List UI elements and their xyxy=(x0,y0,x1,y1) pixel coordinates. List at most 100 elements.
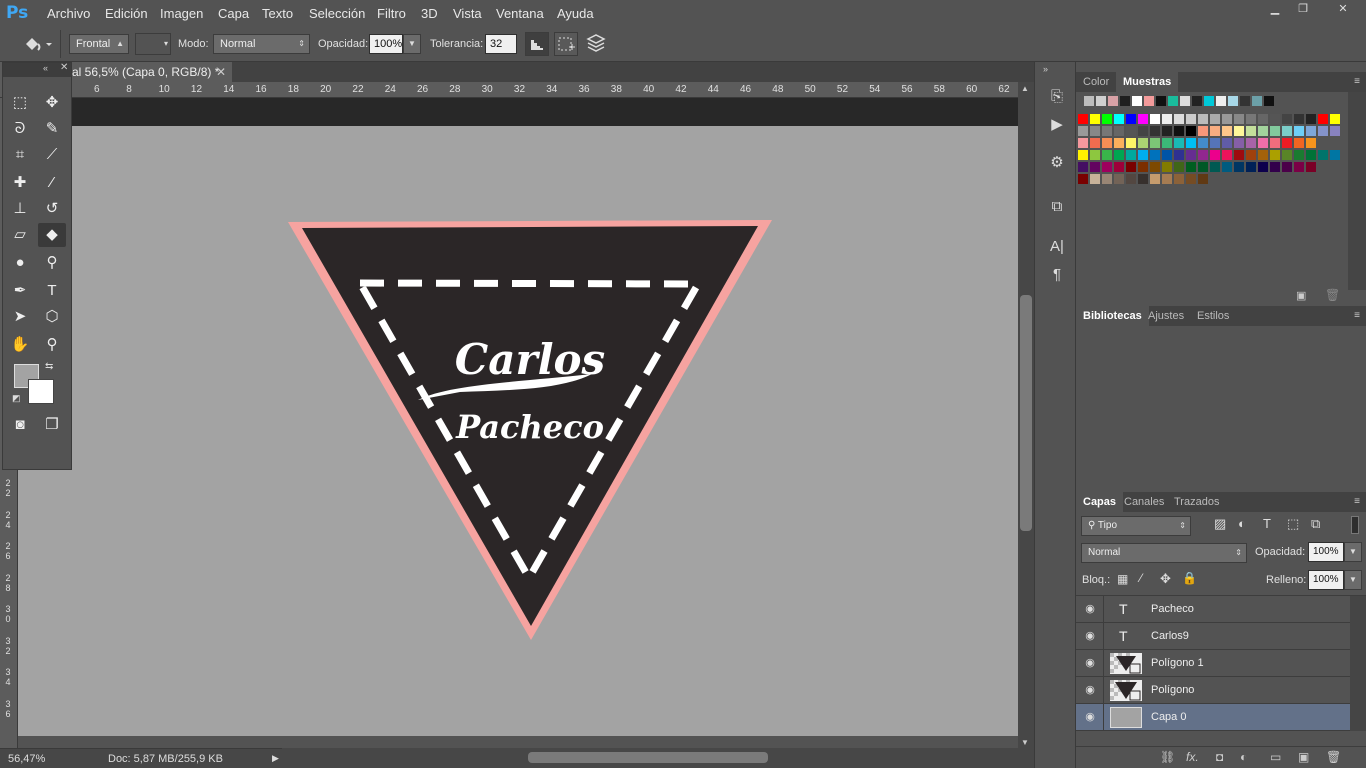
color-swatch[interactable] xyxy=(1318,150,1328,160)
actions-panel-button[interactable]: ▶ xyxy=(1044,114,1070,136)
clone-stamp-tool[interactable]: ⊥ xyxy=(6,197,34,221)
layer-opacity-dropdown[interactable]: ▼ xyxy=(1344,542,1362,562)
layer-filter-select[interactable]: ⚲ Tipo ⇕ xyxy=(1081,516,1191,536)
color-swatch[interactable] xyxy=(1264,96,1274,106)
lock-transparency-icon[interactable]: ▦ xyxy=(1117,572,1128,586)
vertical-scroll-thumb[interactable] xyxy=(1020,295,1032,531)
menu-ventana[interactable]: Ventana xyxy=(496,6,544,21)
panel-menu-icon[interactable]: ≡ xyxy=(1354,76,1360,87)
menu-edicion[interactable]: Edición xyxy=(105,6,148,21)
color-swatch[interactable] xyxy=(1198,174,1208,184)
path-selection-tool[interactable]: ➤ xyxy=(6,305,34,329)
color-swatch[interactable] xyxy=(1114,174,1124,184)
color-swatch[interactable] xyxy=(1138,150,1148,160)
tab-ajustes[interactable]: Ajustes xyxy=(1141,306,1191,326)
color-swatch[interactable] xyxy=(1246,150,1256,160)
color-swatch[interactable] xyxy=(1150,138,1160,148)
color-swatch[interactable] xyxy=(1168,96,1178,106)
color-swatch[interactable] xyxy=(1114,114,1124,124)
collapse-icon[interactable]: « xyxy=(43,63,48,73)
color-swatch[interactable] xyxy=(1102,150,1112,160)
color-swatch[interactable] xyxy=(1306,150,1316,160)
color-swatch[interactable] xyxy=(1306,162,1316,172)
eyedropper-tool[interactable]: ⟋ xyxy=(38,143,66,167)
tab-capas[interactable]: Capas xyxy=(1076,492,1124,512)
color-swatch[interactable] xyxy=(1108,96,1118,106)
color-swatch[interactable] xyxy=(1162,162,1172,172)
color-swatch[interactable] xyxy=(1228,96,1238,106)
color-swatch[interactable] xyxy=(1138,126,1148,136)
scroll-up-icon[interactable]: ▲ xyxy=(1021,84,1029,93)
color-swatch[interactable] xyxy=(1186,138,1196,148)
color-swatch[interactable] xyxy=(1210,162,1220,172)
color-swatch[interactable] xyxy=(1210,114,1220,124)
layer-row[interactable]: ◉ Polígono 1 xyxy=(1076,650,1350,677)
layer-row[interactable]: ◉ T Pacheco xyxy=(1076,596,1350,623)
color-swatch[interactable] xyxy=(1078,138,1088,148)
color-swatch[interactable] xyxy=(1240,96,1250,106)
menu-ayuda[interactable]: Ayuda xyxy=(557,6,594,21)
pen-tool[interactable]: ✒ xyxy=(6,279,34,303)
close-tab-icon[interactable]: ✕ xyxy=(216,62,226,82)
color-swatch[interactable] xyxy=(1270,114,1280,124)
color-swatch[interactable] xyxy=(1306,114,1316,124)
color-swatch[interactable] xyxy=(1114,162,1124,172)
color-swatch[interactable] xyxy=(1294,162,1304,172)
character-panel-button[interactable]: A| xyxy=(1044,236,1070,258)
color-swatch[interactable] xyxy=(1252,96,1262,106)
trash-icon[interactable]: 🗑 xyxy=(1325,288,1340,302)
lock-position-icon[interactable]: ✥ xyxy=(1160,571,1171,587)
color-swatch[interactable] xyxy=(1198,126,1208,136)
tab-bibliotecas[interactable]: Bibliotecas xyxy=(1076,306,1149,326)
color-swatch[interactable] xyxy=(1186,162,1196,172)
color-swatch[interactable] xyxy=(1258,126,1268,136)
lock-all-icon[interactable]: 🔒 xyxy=(1182,571,1197,585)
tab-color[interactable]: Color xyxy=(1076,72,1116,92)
hand-tool[interactable]: ✋ xyxy=(6,333,34,357)
color-swatch[interactable] xyxy=(1096,96,1106,106)
color-swatch[interactable] xyxy=(1246,126,1256,136)
color-swatch[interactable] xyxy=(1132,96,1142,106)
color-swatch[interactable] xyxy=(1150,162,1160,172)
color-swatch[interactable] xyxy=(1162,138,1172,148)
color-swatch[interactable] xyxy=(1330,150,1340,160)
color-swatch[interactable] xyxy=(1078,126,1088,136)
panel-menu-icon[interactable]: ≡ xyxy=(1354,310,1360,321)
color-swatch[interactable] xyxy=(1258,114,1268,124)
blur-tool[interactable]: ● xyxy=(6,251,34,275)
color-swatch[interactable] xyxy=(1234,150,1244,160)
restore-button[interactable]: ❐ xyxy=(1290,2,1316,16)
color-swatch[interactable] xyxy=(1174,138,1184,148)
menu-seleccion[interactable]: Selección xyxy=(309,6,365,21)
close-panel-icon[interactable]: ✕ xyxy=(60,62,68,73)
lock-pixels-icon[interactable]: ⁄ xyxy=(1140,571,1142,585)
paint-bucket-tool-preset[interactable] xyxy=(22,34,52,54)
horizontal-scroll-thumb[interactable] xyxy=(528,752,768,763)
layer-mask-icon[interactable]: ◘ xyxy=(1216,750,1223,764)
opacity-dropdown-button[interactable]: ▼ xyxy=(403,34,421,54)
adjustment-layer-icon[interactable]: ◐ xyxy=(1240,750,1247,764)
color-swatch[interactable] xyxy=(1234,126,1244,136)
color-swatch[interactable] xyxy=(1126,174,1136,184)
color-swatch[interactable] xyxy=(1198,150,1208,160)
new-layer-icon[interactable]: ▣ xyxy=(1298,750,1309,764)
color-swatch[interactable] xyxy=(1078,114,1088,124)
color-swatch[interactable] xyxy=(1102,138,1112,148)
layers-scrollbar[interactable] xyxy=(1350,596,1366,731)
color-swatch[interactable] xyxy=(1174,114,1184,124)
color-swatch[interactable] xyxy=(1210,138,1220,148)
color-swatch[interactable] xyxy=(1294,114,1304,124)
menu-capa[interactable]: Capa xyxy=(218,6,249,21)
panel-menu-icon[interactable]: ≡ xyxy=(1354,496,1360,507)
color-swatch[interactable] xyxy=(1222,150,1232,160)
color-swatch[interactable] xyxy=(1174,174,1184,184)
color-swatch[interactable] xyxy=(1198,114,1208,124)
color-swatch[interactable] xyxy=(1150,174,1160,184)
properties-panel-button[interactable]: ⚙ xyxy=(1044,152,1070,174)
color-swatch[interactable] xyxy=(1090,126,1100,136)
swatches-scrollbar[interactable] xyxy=(1348,92,1366,290)
color-swatch[interactable] xyxy=(1150,114,1160,124)
color-swatch[interactable] xyxy=(1114,126,1124,136)
color-swatch[interactable] xyxy=(1246,162,1256,172)
color-swatch[interactable] xyxy=(1234,138,1244,148)
